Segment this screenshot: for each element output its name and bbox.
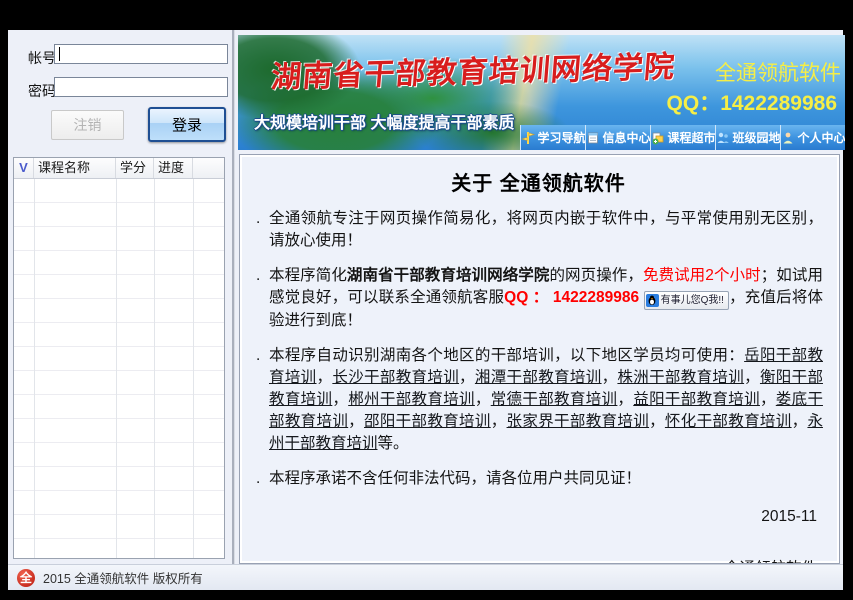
qq-number-highlight: QQ ： 1422289986 <box>504 289 639 306</box>
region-link[interactable]: 长沙干部教育培训 <box>332 369 459 386</box>
free-trial-highlight: 免费试用2个小时 <box>643 267 761 284</box>
status-bar: 全 2015 全通领航软件 版权所有 <box>8 564 843 590</box>
tab-course-market[interactable]: 课程超市 <box>650 125 715 150</box>
info-center-icon <box>586 131 600 145</box>
tab-label: 信息中心 <box>603 129 651 146</box>
paragraph-text: 本程序简化 <box>269 267 347 284</box>
school-name-calligraphy: 湖南省干部教育培训网络学院 <box>270 42 677 97</box>
banner-software-name: 全通领航软件 <box>715 57 841 87</box>
course-table-header: V 课程名称 学分 进度 <box>14 158 224 179</box>
paragraph-text: 的网页操作， <box>549 267 642 284</box>
password-label: 密码 <box>28 81 56 101</box>
column-header-progress[interactable]: 进度 <box>154 158 193 178</box>
region-link[interactable]: 株洲干部教育培训 <box>617 369 744 386</box>
class-group-icon <box>716 131 730 145</box>
about-paragraph-1: . 全通领航专注于网页操作简易化，将网页内嵌于软件中，与平常使用别无区别，请放心… <box>254 208 823 252</box>
tab-study-navigation[interactable]: 学习导航 <box>520 125 585 150</box>
paragraph-text: 等。 <box>378 435 409 452</box>
bullet: . <box>256 208 260 230</box>
region-link[interactable]: 张家界干部教育培训 <box>507 413 650 430</box>
about-paragraph-4: . 本程序承诺不含任何非法代码，请各位用户共同见证！ <box>254 468 823 490</box>
region-link[interactable]: 湘潭干部教育培训 <box>475 369 602 386</box>
paragraph-text: 本程序自动识别湖南各个地区的干部培训，以下地区学员均可使用： <box>269 347 744 364</box>
tab-info-center[interactable]: 信息中心 <box>585 125 650 150</box>
panel-divider <box>232 30 235 564</box>
banner: 湖南省干部教育培训网络学院 全通领航软件 QQ：1422289986 大规模培训… <box>238 35 845 150</box>
paragraph-text: 本程序承诺不含任何非法代码，请各位用户共同见证！ <box>269 470 641 487</box>
bullet: . <box>256 265 260 287</box>
login-button[interactable]: 登录 <box>148 107 226 142</box>
account-label: 帐号 <box>28 48 56 68</box>
qq-contact-badge[interactable]: 有事儿您Q我!! <box>644 291 729 310</box>
course-table[interactable]: V 课程名称 学分 进度 <box>13 157 225 559</box>
about-paragraph-2: . 本程序简化湖南省干部教育培训网络学院的网页操作，免费试用2个小时；如试用感觉… <box>254 265 823 332</box>
bullet: . <box>256 468 260 490</box>
tab-class-garden[interactable]: 班级园地 <box>715 125 780 150</box>
tab-label: 课程超市 <box>668 129 716 146</box>
column-header-empty <box>193 158 224 178</box>
tab-label: 个人中心 <box>798 129 846 146</box>
tab-personal-center[interactable]: 个人中心 <box>780 125 845 150</box>
qq-badge-label: 有事儿您Q我!! <box>661 290 724 312</box>
school-name-bold: 湖南省干部教育培训网络学院 <box>347 267 550 284</box>
text-cursor <box>59 47 60 61</box>
column-header-credits[interactable]: 学分 <box>116 158 154 178</box>
copyright-text: 2015 全通领航软件 版权所有 <box>43 568 203 587</box>
nav-tab-row: 学习导航 信息中心 课程超市 <box>520 125 845 150</box>
about-title: 关于 全通领航软件 <box>254 167 823 196</box>
course-market-icon <box>651 131 665 145</box>
course-table-body[interactable] <box>14 179 224 558</box>
column-header-check[interactable]: V <box>14 158 34 178</box>
region-link[interactable]: 益阳干部教育培训 <box>633 391 760 408</box>
account-input[interactable] <box>54 44 228 64</box>
about-paragraph-3: . 本程序自动识别湖南各个地区的干部培训，以下地区学员均可使用：岳阳干部教育培训… <box>254 345 823 455</box>
column-header-course-name[interactable]: 课程名称 <box>34 158 116 178</box>
logout-button[interactable]: 注销 <box>51 110 124 140</box>
about-date: 2015-11 <box>254 508 823 526</box>
region-link[interactable]: 邵阳干部教育培训 <box>364 413 491 430</box>
about-signature: 全通领航软件 <box>254 556 823 564</box>
password-input[interactable] <box>54 77 228 97</box>
about-panel: 关于 全通领航软件 . 全通领航专注于网页操作简易化，将网页内嵌于软件中，与平常… <box>239 154 840 564</box>
region-link[interactable]: 郴州干部教育培训 <box>348 391 475 408</box>
paragraph-text: 全通领航专注于网页操作简易化，将网页内嵌于软件中，与平常使用别无区别，请放心使用… <box>269 210 823 249</box>
region-link[interactable]: 常德干部教育培训 <box>491 391 618 408</box>
signpost-icon <box>521 131 535 145</box>
banner-slogan: 大规模培训干部 大幅度提高干部素质 <box>254 109 514 133</box>
tab-label: 班级园地 <box>733 129 781 146</box>
app-logo-icon: 全 <box>17 569 35 587</box>
person-icon <box>781 131 795 145</box>
region-link[interactable]: 怀化干部教育培训 <box>665 413 792 430</box>
qq-penguin-icon <box>646 294 659 307</box>
tab-label: 学习导航 <box>538 129 586 146</box>
app-window: 帐号 密码 注销 登录 V 课程名称 学分 进度 湖南省干部教育培训网络学院 全… <box>8 30 843 590</box>
banner-qq-number: QQ：1422289986 <box>667 87 837 117</box>
bullet: . <box>256 345 260 367</box>
